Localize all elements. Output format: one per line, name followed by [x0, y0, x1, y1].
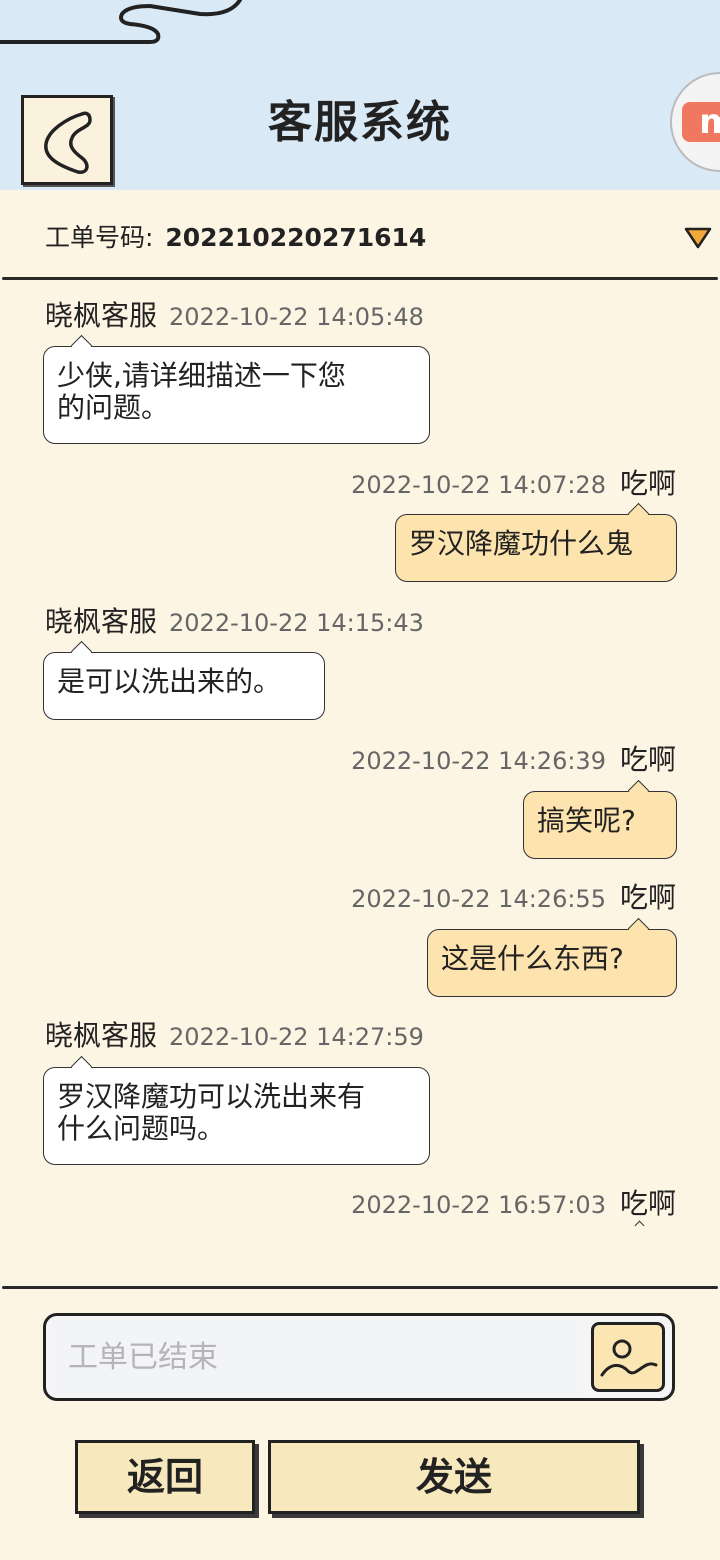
- bubble-tail: [627, 502, 650, 525]
- image-icon: [600, 1339, 658, 1377]
- message-bubble-agent: 是可以洗出来的。: [43, 640, 325, 720]
- message-bubble-user: 搞笑呢?: [523, 779, 677, 859]
- bubble-tail: [627, 779, 650, 802]
- bubble-tail: [627, 917, 650, 940]
- back-text-button[interactable]: 返回: [75, 1440, 255, 1514]
- triangle-down-icon[interactable]: [684, 226, 712, 250]
- message-header: 2022-10-22 14:07:28 吃啊: [351, 466, 676, 503]
- message-header: 晓枫客服 2022-10-22 14:15:43: [45, 604, 424, 641]
- message-time: 2022-10-22 14:07:28: [351, 471, 606, 499]
- message-bubble-agent: 少侠,请详细描述一下您 的问题。: [43, 334, 430, 444]
- sender-name: 晓枫客服: [45, 1019, 158, 1052]
- sender-name: 吃啊: [619, 881, 676, 914]
- message-text: 罗汉降魔功什么鬼: [409, 527, 634, 560]
- message-bubble-agent: 罗汉降魔功可以洗出来有 什么问题吗。: [43, 1055, 430, 1165]
- divider: [2, 277, 718, 280]
- sender-name: 晓枫客服: [45, 605, 158, 638]
- message-text: 少侠,请详细描述一下您: [57, 359, 346, 392]
- bubble-tail: [70, 1055, 93, 1078]
- message-input-box: [43, 1313, 675, 1401]
- message-header: 2022-10-22 14:26:39 吃啊: [351, 742, 676, 779]
- message-input[interactable]: [52, 1320, 582, 1394]
- sender-name: 吃啊: [619, 1187, 676, 1220]
- message-header: 2022-10-22 14:26:55 吃啊: [351, 880, 676, 917]
- message-text: 搞笑呢?: [537, 804, 636, 837]
- divider: [2, 1286, 718, 1289]
- message-text: 这是什么东西?: [441, 942, 624, 975]
- sender-name: 吃啊: [619, 467, 676, 500]
- message-time: 2022-10-22 14:26:55: [351, 885, 606, 913]
- header-bar: 客服系统 m: [0, 0, 720, 190]
- sender-name: 晓枫客服: [45, 299, 158, 332]
- message-text: 罗汉降魔功可以洗出来有: [57, 1080, 366, 1113]
- message-text: 什么问题吗。: [57, 1112, 226, 1145]
- message-header: 晓枫客服 2022-10-22 14:27:59: [45, 1018, 424, 1055]
- send-button[interactable]: 发送: [268, 1440, 640, 1514]
- message-text: 的问题。: [57, 391, 170, 424]
- message-bubble-user: 罗汉降魔功什么鬼: [395, 502, 677, 582]
- ticket-number-value: 202210220271614: [165, 223, 427, 252]
- message-time: 2022-10-22 14:15:43: [169, 609, 424, 637]
- message-text: 是可以洗出来的。: [57, 665, 282, 698]
- message-time: 2022-10-22 14:27:59: [169, 1023, 424, 1051]
- message-time: 2022-10-22 14:26:39: [351, 747, 606, 775]
- message-time: 2022-10-22 14:05:48: [169, 303, 424, 331]
- image-upload-button[interactable]: [591, 1322, 665, 1392]
- bubble-tail: [70, 640, 93, 663]
- ticket-number-label: 工单号码:: [45, 223, 154, 252]
- cloud-decoration-icon: [0, 0, 242, 44]
- message-header: 2022-10-22 16:57:03 吃啊: [351, 1186, 676, 1223]
- sender-name: 吃啊: [619, 743, 676, 776]
- page-title: 客服系统: [268, 97, 452, 148]
- ticket-number-row: 工单号码: 202210220271614: [45, 218, 705, 258]
- message-header: 晓枫客服 2022-10-22 14:05:48: [45, 298, 424, 335]
- message-bubble-user: 这是什么东西?: [427, 917, 677, 997]
- message-time: 2022-10-22 16:57:03: [351, 1191, 606, 1219]
- logo-mark: m: [682, 102, 720, 142]
- bubble-tail: [70, 334, 93, 357]
